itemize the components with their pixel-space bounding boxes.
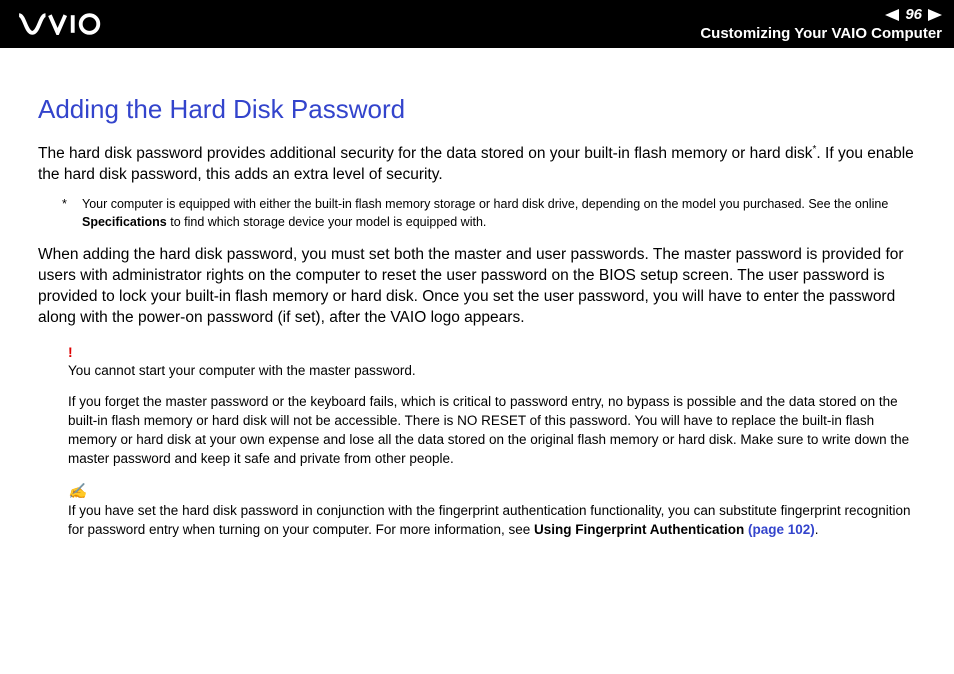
footnote-marker: *	[62, 196, 82, 231]
intro-paragraph: The hard disk password provides addition…	[38, 143, 916, 186]
page-navigator: 96	[700, 6, 942, 23]
content-area: Adding the Hard Disk Password The hard d…	[0, 48, 954, 540]
page: 96 Customizing Your VAIO Computer Adding…	[0, 0, 954, 674]
warning-text-1: You cannot start your computer with the …	[68, 362, 916, 381]
prev-page-arrow-icon[interactable]	[885, 9, 899, 21]
page-title: Adding the Hard Disk Password	[38, 94, 916, 125]
section-title: Customizing Your VAIO Computer	[700, 25, 942, 42]
warning-block: ! You cannot start your computer with th…	[68, 343, 916, 540]
footnote-text-b: to find which storage device your model …	[167, 215, 487, 229]
header-bar: 96 Customizing Your VAIO Computer	[0, 0, 954, 48]
tip-period: .	[815, 522, 819, 537]
fingerprint-auth-link[interactable]: Using Fingerprint Authentication	[534, 522, 744, 537]
specifications-link[interactable]: Specifications	[82, 215, 167, 229]
tip-text: If you have set the hard disk password i…	[68, 502, 916, 540]
warning-icon: !	[68, 343, 916, 363]
tip-icon: ✍	[68, 481, 916, 502]
page-reference[interactable]: (page 102)	[744, 522, 815, 537]
body-paragraph: When adding the hard disk password, you …	[38, 245, 916, 329]
vaio-logo	[18, 13, 128, 35]
intro-text-a: The hard disk password provides addition…	[38, 145, 813, 162]
header-right: 96 Customizing Your VAIO Computer	[700, 6, 942, 42]
footnote: * Your computer is equipped with either …	[62, 196, 916, 231]
next-page-arrow-icon[interactable]	[928, 9, 942, 21]
footnote-text: Your computer is equipped with either th…	[82, 196, 916, 231]
footnote-text-a: Your computer is equipped with either th…	[82, 197, 888, 211]
warning-text-2: If you forget the master password or the…	[68, 393, 916, 469]
page-number: 96	[905, 6, 922, 23]
